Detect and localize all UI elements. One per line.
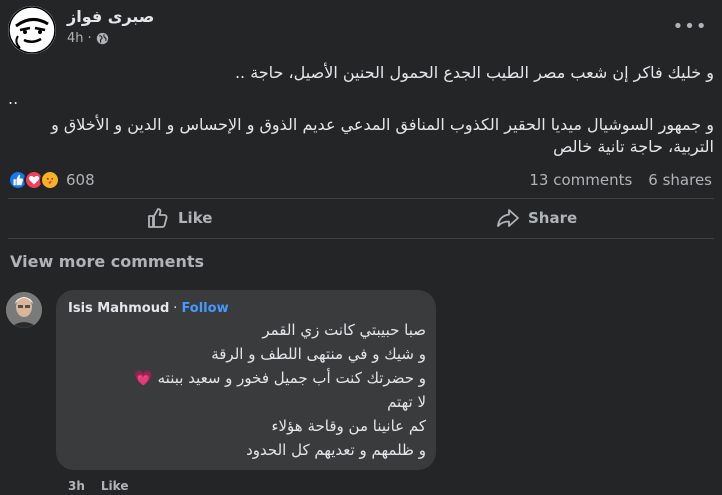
like-button-label: Like [178,209,213,227]
comment-footer: 3h Like [68,479,128,493]
commenter-avatar-photo [6,292,42,328]
divider [8,238,714,239]
globe-icon[interactable] [96,32,109,45]
share-button[interactable]: Share [496,200,577,236]
author-avatar-drawing [8,6,56,54]
comment-line: صبا حبيبتي كانت زي القمر [262,321,426,339]
comment-separator: · [173,301,178,316]
comments-count[interactable]: 13 comments [529,171,632,189]
care-icon [40,170,60,190]
thumbs-up-icon [148,208,168,228]
engagement-counts: 13 comments 6 shares [529,171,712,189]
post-meta: 4h · [67,31,109,46]
comment-time[interactable]: 3h [68,479,85,493]
comment-line: و ظلمهم و تعديهم كل الحدود [246,441,426,459]
post-text-line-2: .. [8,89,19,108]
shares-count[interactable]: 6 shares [648,171,712,189]
comment-line: و حضرتك كنت أب جميل فخور و سعيد ببنته 💗 [134,369,426,387]
author-avatar[interactable] [8,6,56,54]
comment-line: كم عانينا من وقاحة هؤلاء [271,417,426,435]
view-more-comments-link[interactable]: View more comments [10,252,204,271]
like-button[interactable]: Like [146,200,212,236]
comment-line: لا تهتم [387,393,426,411]
comment-author-name[interactable]: Isis Mahmoud [68,301,169,316]
commenter-avatar[interactable] [6,292,42,328]
share-button-label: Share [528,209,578,227]
reactions-summary[interactable]: 608 [8,170,95,190]
share-icon [497,209,519,227]
post-time[interactable]: 4h [67,31,84,46]
comment-header: Isis Mahmoud · Follow [68,301,229,316]
meta-separator: · [87,31,92,46]
post-options-button[interactable]: ••• [673,14,707,38]
comment-line: و شيك و في منتهى اللطف و الرقة [211,345,426,363]
post-text-line-1: و خليك فاكر إن شعب مصر الطيب الجدع الحمو… [234,63,714,82]
post-author-name[interactable]: صبرى فواز [67,7,154,26]
divider [8,198,714,199]
post-text-line-3: و جمهور السوشيال ميديا الحقير الكذوب الم… [51,115,714,156]
reaction-count: 608 [66,171,95,189]
follow-button[interactable]: Follow [181,301,228,316]
comment-like-button[interactable]: Like [101,479,129,493]
